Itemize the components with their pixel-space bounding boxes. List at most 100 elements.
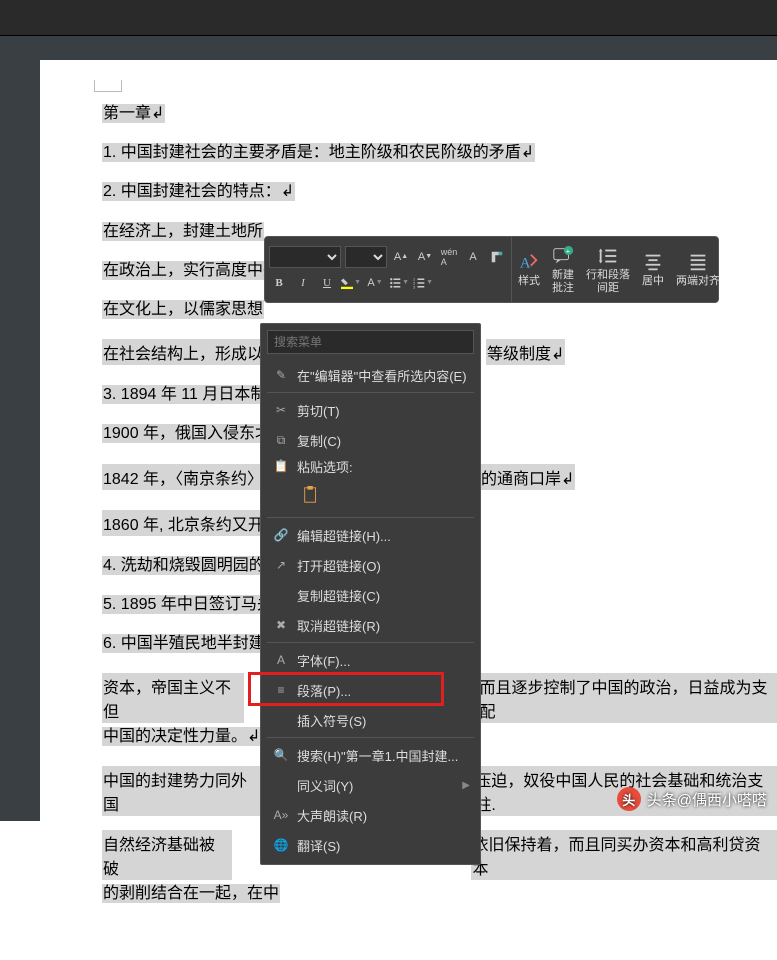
ctx-insert-symbol[interactable]: 插入符号(S) <box>261 705 480 735</box>
ctx-label: 剪切(T) <box>297 401 470 420</box>
separator <box>267 642 474 643</box>
link-icon: 🔗 <box>271 528 291 542</box>
svg-text:+: + <box>566 247 570 256</box>
font-color-button[interactable]: A▼ <box>365 273 385 293</box>
doc-line[interactable]: 中国的决定性力量。↲ <box>102 727 261 746</box>
font-icon: A <box>271 653 291 667</box>
doc-line[interactable]: 1. 中国封建社会的主要矛盾是：地主阶级和农民阶级的矛盾↲ <box>102 143 535 162</box>
paste-icon: 📋 <box>271 459 291 473</box>
doc-line-left[interactable]: 1860 年, 北京条约又开 <box>102 510 265 536</box>
separator <box>267 737 474 738</box>
ctx-read-aloud[interactable]: A» 大声朗读(R) <box>261 800 480 830</box>
paste-options-row <box>261 477 480 515</box>
context-menu: ✎ 在"编辑器"中查看所选内容(E) ✂ 剪切(T) ⧉ 复制(C) 📋 粘贴选… <box>260 323 481 865</box>
ctx-label: 粘贴选项: <box>297 457 470 476</box>
mini-toolbar: A▲ A▼ wénA A B I U ▼ A▼ ▼ <box>264 236 719 303</box>
context-search-input[interactable] <box>267 330 474 354</box>
watermark: 头 头条@偶西小嗒嗒 <box>617 787 767 811</box>
ribbon-bar <box>0 0 777 36</box>
ctx-label: 插入符号(S) <box>297 711 470 730</box>
decrease-font-icon[interactable]: A▼ <box>415 247 435 267</box>
read-aloud-icon: A» <box>271 808 291 822</box>
font-phonetic-icon[interactable]: wénA <box>439 247 459 267</box>
ctx-paste-header: 📋 粘贴选项: <box>261 455 480 477</box>
ctx-translate[interactable]: 🌐 翻译(S) <box>261 830 480 860</box>
ctx-paragraph[interactable]: ≡ 段落(P)... <box>261 675 480 705</box>
ctx-label: 搜索(H)"第一章1.中国封建... <box>297 746 470 765</box>
doc-line[interactable]: 3. 1894 年 11 月日本制 <box>102 385 267 404</box>
doc-line[interactable]: 在经济上，封建土地所 <box>102 222 264 241</box>
ctx-remove-hyperlink[interactable]: ✖ 取消超链接(R) <box>261 610 480 640</box>
search-icon: 🔍 <box>271 748 291 762</box>
center-label: 居中 <box>642 275 664 287</box>
doc-line[interactable]: 1900 年，俄国入侵东北 <box>102 424 272 443</box>
highlight-color-button[interactable]: ▼ <box>341 273 361 293</box>
ctx-label: 字体(F)... <box>297 651 470 670</box>
ctx-edit-hyperlink[interactable]: 🔗 编辑超链接(H)... <box>261 520 480 550</box>
ctx-search-item[interactable]: 🔍 搜索(H)"第一章1.中国封建... <box>261 740 480 770</box>
line-spacing-button[interactable]: 行和段落 间距 <box>580 237 636 302</box>
ctx-label: 翻译(S) <box>297 836 470 855</box>
underline-button[interactable]: U <box>317 273 337 293</box>
doc-line[interactable]: 在文化上，以儒家思想 <box>102 300 264 319</box>
styles-button[interactable]: A 样式 <box>512 237 546 302</box>
new-comment-button[interactable]: + 新建 批注 <box>546 237 580 302</box>
ctx-open-hyperlink[interactable]: ↗ 打开超链接(O) <box>261 550 480 580</box>
doc-line-right[interactable]: 等级制度↲ <box>486 339 565 365</box>
watermark-logo-icon: 头 <box>617 787 641 811</box>
paste-keep-source-button[interactable] <box>297 481 325 509</box>
page-area: 第一章↲ 1. 中国封建社会的主要矛盾是：地主阶级和农民阶级的矛盾↲ 2. 中国… <box>0 36 777 821</box>
ctx-copy[interactable]: ⧉ 复制(C) <box>261 425 480 455</box>
doc-line-left[interactable]: 1842 年，〈南京条约〉开 <box>102 464 280 490</box>
ctx-view-in-editor[interactable]: ✎ 在"编辑器"中查看所选内容(E) <box>261 360 480 390</box>
ctx-label: 在"编辑器"中查看所选内容(E) <box>297 366 470 385</box>
ctx-label: 大声朗读(R) <box>297 806 470 825</box>
open-link-icon: ↗ <box>271 558 291 572</box>
doc-line[interactable]: 2. 中国封建社会的特点：↲ <box>102 182 295 201</box>
increase-font-icon[interactable]: A▲ <box>391 247 411 267</box>
watermark-text: 头条@偶西小嗒嗒 <box>647 789 767 810</box>
doc-line-right[interactable]: 的通商口岸↲ <box>480 464 575 490</box>
bullets-button[interactable]: ▼ <box>389 273 409 293</box>
ctx-label: 取消超链接(R) <box>297 616 470 635</box>
ctx-cut[interactable]: ✂ 剪切(T) <box>261 395 480 425</box>
clear-format-icon[interactable]: A <box>463 247 483 267</box>
doc-line-right[interactable]: 而且逐步控制了中国的政治，日益成为支配 <box>479 673 777 723</box>
doc-line[interactable]: 5. 1895 年中日签订马关 <box>102 595 274 614</box>
ctx-label: 段落(P)... <box>297 681 470 700</box>
svg-text:3: 3 <box>413 285 415 289</box>
editor-icon: ✎ <box>271 368 291 382</box>
doc-line-right[interactable]: 依旧保持着，而且同买办资本和高利贷资本 <box>471 830 777 880</box>
svg-text:A: A <box>520 256 531 272</box>
doc-line[interactable]: 4. 洗劫和烧毁圆明园的 <box>102 556 266 575</box>
doc-line[interactable]: 6. 中国半殖民地半封建 <box>102 634 266 653</box>
doc-line-left[interactable]: 在社会结构上，形成以 <box>102 339 264 365</box>
ctx-copy-hyperlink[interactable]: 复制超链接(C) <box>261 580 480 610</box>
ctx-label: 编辑超链接(H)... <box>297 526 470 545</box>
font-family-combobox[interactable] <box>269 246 341 268</box>
ctx-synonyms[interactable]: 同义词(Y) ▶ <box>261 770 480 800</box>
ctx-label: 复制(C) <box>297 431 470 450</box>
bold-button[interactable]: B <box>269 273 289 293</box>
doc-line-left[interactable]: 资本，帝国主义不但 <box>102 673 244 723</box>
line-spacing-label: 行和段落 间距 <box>586 269 630 293</box>
styles-label: 样式 <box>518 275 540 287</box>
justify-align-button[interactable]: 两端对齐 <box>670 237 726 302</box>
justify-label: 两端对齐 <box>676 275 720 287</box>
separator <box>267 517 474 518</box>
format-painter-icon[interactable] <box>487 247 507 267</box>
doc-line[interactable]: 的剥削结合在一起，在中 <box>102 884 280 903</box>
numbering-button[interactable]: 123▼ <box>413 273 433 293</box>
center-align-button[interactable]: 居中 <box>636 237 670 302</box>
italic-button[interactable]: I <box>293 273 313 293</box>
doc-line[interactable]: 第一章↲ <box>102 104 165 123</box>
cut-icon: ✂ <box>271 403 291 417</box>
font-size-combobox[interactable] <box>345 246 387 268</box>
doc-line-left[interactable]: 中国的封建势力同外国 <box>102 766 260 816</box>
new-comment-label: 新建 批注 <box>552 269 574 293</box>
ruler-tab-marker <box>94 80 122 92</box>
ctx-label: 打开超链接(O) <box>297 556 470 575</box>
copy-icon: ⧉ <box>271 433 291 448</box>
ctx-font[interactable]: A 字体(F)... <box>261 645 480 675</box>
doc-line-left[interactable]: 自然经济基础被破 <box>102 830 232 880</box>
